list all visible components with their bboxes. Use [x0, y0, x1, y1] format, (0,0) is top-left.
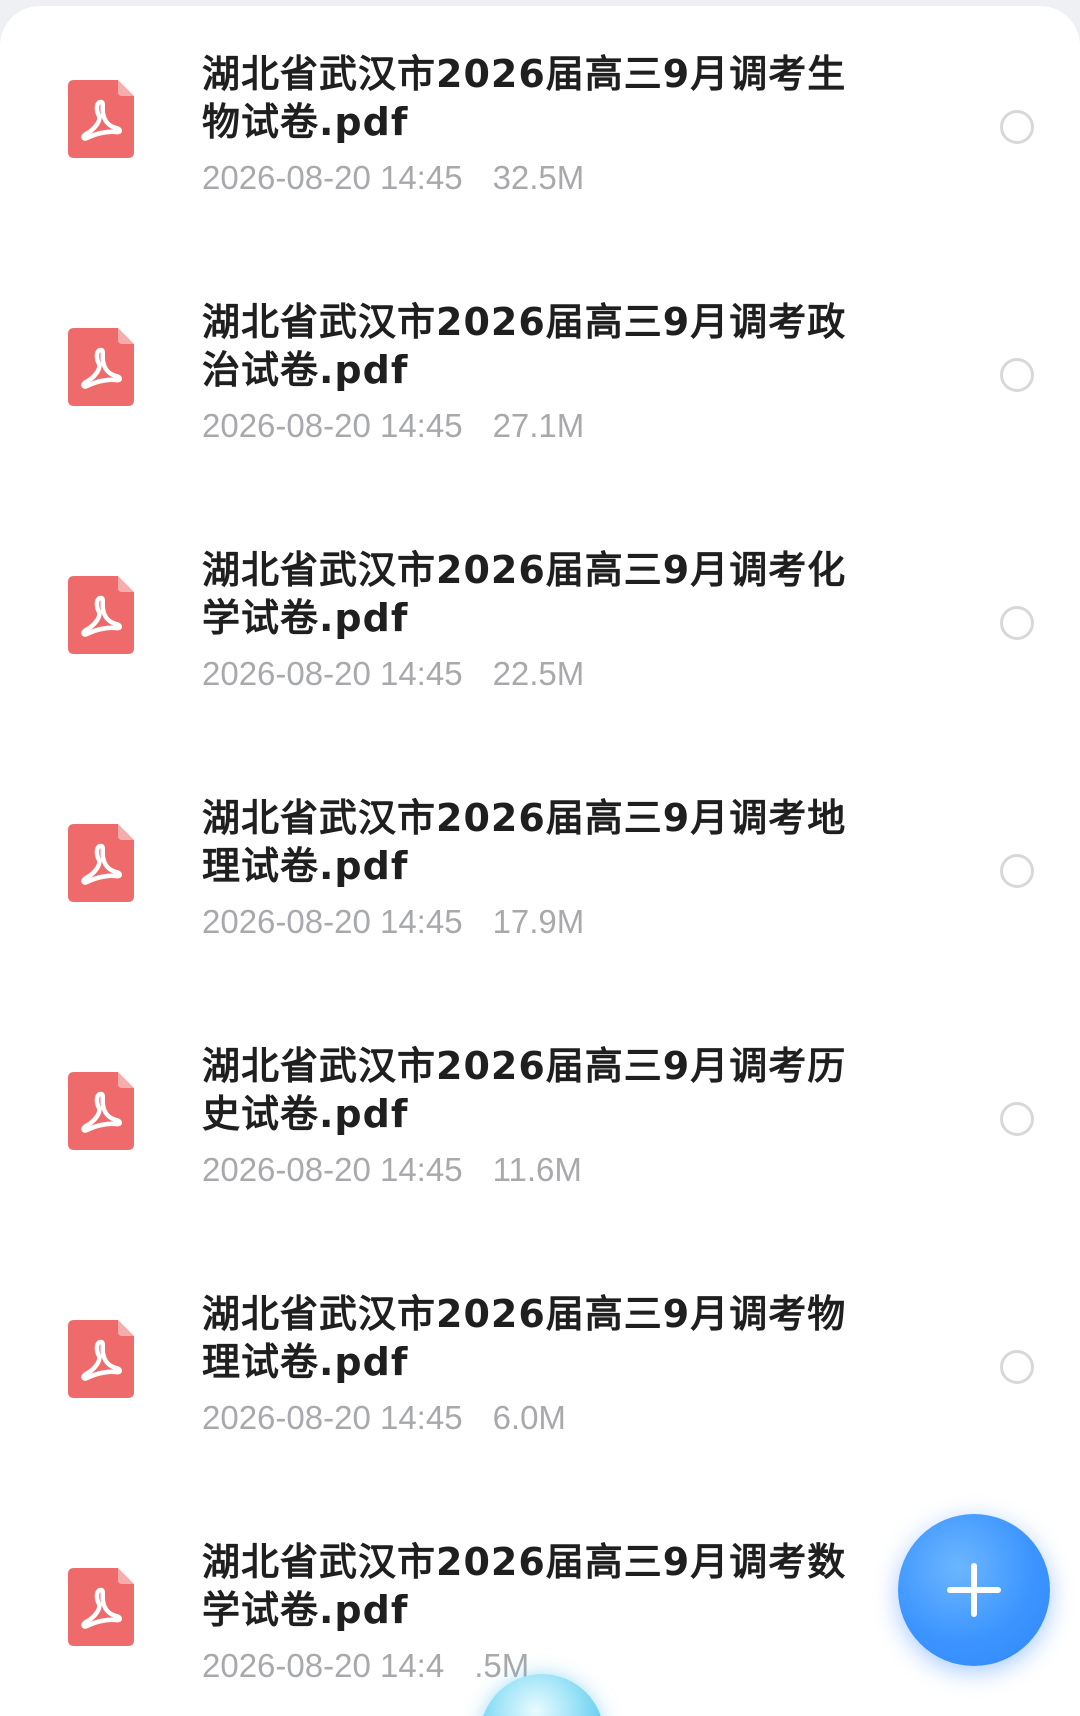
select-radio[interactable] — [1000, 358, 1034, 392]
file-name: 湖北省武汉市2026届高三9月调考地理试卷.pdf — [202, 796, 847, 888]
file-name: 湖北省武汉市2026届高三9月调考政治试卷.pdf — [202, 300, 847, 392]
select-radio[interactable] — [1000, 1102, 1034, 1136]
file-info: 湖北省武汉市2026届高三9月调考数学试卷.pdf 2026-08-20 14:… — [202, 1538, 882, 1688]
select-radio[interactable] — [1000, 606, 1034, 640]
file-meta: 2026-08-20 14:45 22.5M — [202, 652, 882, 696]
file-info: 湖北省武汉市2026届高三9月调考地理试卷.pdf 2026-08-20 14:… — [202, 794, 882, 944]
file-size: 11.6M — [492, 1151, 582, 1188]
pdf-icon — [68, 1072, 134, 1150]
file-info: 湖北省武汉市2026届高三9月调考化学试卷.pdf 2026-08-20 14:… — [202, 546, 882, 696]
file-date: 2026-08-20 14:45 — [202, 903, 463, 940]
list-item[interactable]: 湖北省武汉市2026届高三9月调考政治试卷.pdf 2026-08-20 14:… — [0, 254, 1080, 502]
file-date: 2026-08-20 14:45 — [202, 407, 463, 444]
file-date: 2026-08-20 14:45 — [202, 159, 463, 196]
file-info: 湖北省武汉市2026届高三9月调考生物试卷.pdf 2026-08-20 14:… — [202, 50, 882, 200]
file-size: 17.9M — [492, 903, 585, 940]
list-item[interactable]: 湖北省武汉市2026届高三9月调考化学试卷.pdf 2026-08-20 14:… — [0, 502, 1080, 750]
list-item[interactable]: 湖北省武汉市2026届高三9月调考地理试卷.pdf 2026-08-20 14:… — [0, 750, 1080, 998]
file-date: 2026-08-20 14:45 — [202, 655, 463, 692]
select-radio[interactable] — [1000, 854, 1034, 888]
list-item[interactable]: 湖北省武汉市2026届高三9月调考物理试卷.pdf 2026-08-20 14:… — [0, 1246, 1080, 1494]
file-size: 32.5M — [492, 159, 585, 196]
add-button[interactable] — [898, 1514, 1050, 1666]
file-name: 湖北省武汉市2026届高三9月调考生物试卷.pdf — [202, 52, 847, 144]
plus-icon — [947, 1563, 1001, 1617]
pdf-icon — [68, 1568, 134, 1646]
file-size: 22.5M — [492, 655, 585, 692]
file-meta: 2026-08-20 14:45 17.9M — [202, 900, 882, 944]
file-date: 2026-08-20 14:4 — [202, 1647, 445, 1684]
file-name: 湖北省武汉市2026届高三9月调考历史试卷.pdf — [202, 1044, 847, 1136]
pdf-icon — [68, 1320, 134, 1398]
file-date: 2026-08-20 14:45 — [202, 1151, 463, 1188]
file-info: 湖北省武汉市2026届高三9月调考物理试卷.pdf 2026-08-20 14:… — [202, 1290, 882, 1440]
file-meta: 2026-08-20 14:45 11.6M — [202, 1148, 882, 1192]
file-name: 湖北省武汉市2026届高三9月调考数学试卷.pdf — [202, 1540, 847, 1632]
file-list-panel: 湖北省武汉市2026届高三9月调考生物试卷.pdf 2026-08-20 14:… — [0, 6, 1080, 1716]
pdf-icon — [68, 328, 134, 406]
file-meta: 2026-08-20 14:45 32.5M — [202, 156, 882, 200]
list-item[interactable]: 湖北省武汉市2026届高三9月调考历史试卷.pdf 2026-08-20 14:… — [0, 998, 1080, 1246]
file-list: 湖北省武汉市2026届高三9月调考生物试卷.pdf 2026-08-20 14:… — [0, 6, 1080, 1716]
file-name: 湖北省武汉市2026届高三9月调考化学试卷.pdf — [202, 548, 847, 640]
file-meta: 2026-08-20 14:45 27.1M — [202, 404, 882, 448]
file-meta: 2026-08-20 14:45 6.0M — [202, 1396, 882, 1440]
pdf-icon — [68, 80, 134, 158]
file-size: 27.1M — [492, 407, 585, 444]
file-info: 湖北省武汉市2026届高三9月调考政治试卷.pdf 2026-08-20 14:… — [202, 298, 882, 448]
pdf-icon — [68, 824, 134, 902]
file-size: 6.0M — [492, 1399, 566, 1436]
select-radio[interactable] — [1000, 1350, 1034, 1384]
list-item[interactable]: 湖北省武汉市2026届高三9月调考生物试卷.pdf 2026-08-20 14:… — [0, 6, 1080, 254]
pdf-icon — [68, 576, 134, 654]
file-info: 湖北省武汉市2026届高三9月调考历史试卷.pdf 2026-08-20 14:… — [202, 1042, 882, 1192]
file-name: 湖北省武汉市2026届高三9月调考物理试卷.pdf — [202, 1292, 847, 1384]
file-date: 2026-08-20 14:45 — [202, 1399, 463, 1436]
select-radio[interactable] — [1000, 110, 1034, 144]
